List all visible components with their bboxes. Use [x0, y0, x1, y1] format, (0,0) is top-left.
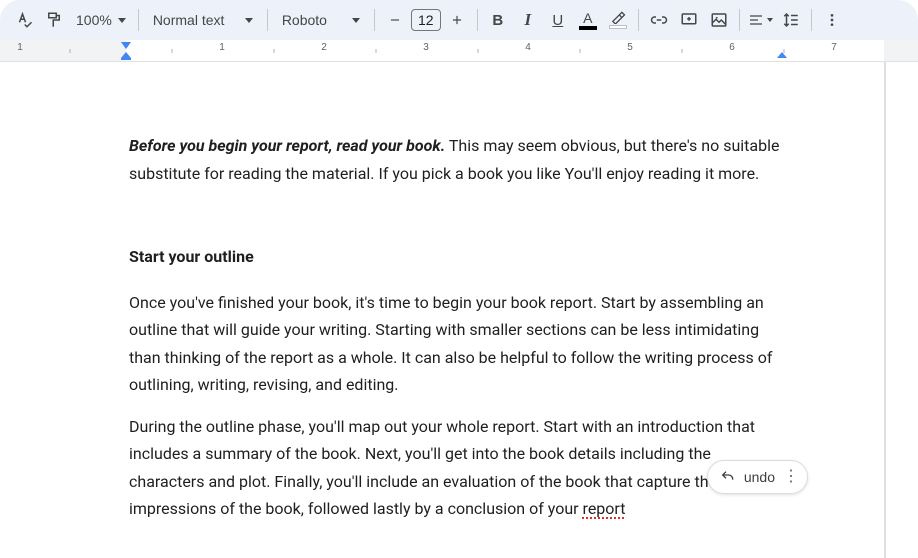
ruler-number: 6 — [729, 42, 735, 53]
paragraph-style-select[interactable]: Normal text — [145, 6, 261, 34]
chevron-down-icon — [245, 18, 253, 23]
page-right-edge — [884, 62, 886, 558]
ruler-number: 1 — [17, 42, 23, 53]
insert-link-button[interactable] — [645, 6, 673, 34]
font-size-input[interactable]: 12 — [411, 9, 441, 31]
decrease-font-size-button[interactable] — [381, 6, 409, 34]
highlight-color-bar — [609, 25, 627, 29]
ruler-number: 3 — [423, 42, 429, 53]
align-button[interactable] — [746, 6, 775, 34]
separator — [811, 9, 812, 31]
separator — [477, 9, 478, 31]
heading[interactable]: Start your outline — [129, 243, 789, 271]
body-text: During the outline phase, you'll map out… — [129, 417, 788, 519]
zoom-select[interactable]: 100% — [70, 6, 132, 34]
separator — [374, 9, 375, 31]
undo-suggestion-pill[interactable]: undo ⋮ — [707, 460, 808, 494]
insert-image-button[interactable] — [705, 6, 733, 34]
chevron-down-icon — [767, 18, 773, 22]
separator — [638, 9, 639, 31]
ruler-right-margin — [884, 40, 918, 61]
paragraph[interactable]: Once you've finished your book, it's tim… — [129, 289, 789, 399]
add-comment-button[interactable] — [675, 6, 703, 34]
bold-button[interactable]: B — [484, 6, 512, 34]
spellcheck-marked-word[interactable]: report — [583, 499, 626, 518]
ruler-number: 2 — [321, 42, 327, 53]
bold-label: B — [492, 12, 503, 29]
ruler-number: 4 — [525, 42, 531, 53]
more-options-button[interactable] — [818, 6, 846, 34]
increase-font-size-button[interactable] — [443, 6, 471, 34]
underline-button[interactable]: U — [544, 6, 572, 34]
line-spacing-button[interactable] — [777, 6, 805, 34]
separator — [138, 9, 139, 31]
separator — [739, 9, 740, 31]
font-family-select[interactable]: Roboto — [274, 6, 368, 34]
paragraph[interactable]: During the outline phase, you'll map out… — [129, 413, 789, 523]
ruler[interactable]: 1 1 2 3 4 5 6 7 — [0, 40, 918, 62]
highlight-color-button[interactable] — [604, 6, 632, 34]
spellcheck-button[interactable] — [10, 6, 38, 34]
ruler-number: 1 — [219, 42, 225, 53]
italic-button[interactable]: I — [514, 6, 542, 34]
text-color-bar — [579, 26, 597, 30]
underline-label: U — [552, 12, 563, 29]
zoom-value: 100% — [76, 12, 112, 28]
font-family-value: Roboto — [282, 12, 327, 28]
formatting-toolbar: 100% Normal text Roboto 12 B I U A — [0, 0, 918, 40]
more-icon[interactable]: ⋮ — [783, 469, 799, 485]
left-indent-marker[interactable] — [121, 52, 131, 60]
paragraph[interactable]: Before you begin your report, read your … — [129, 132, 789, 187]
ruler-number: 5 — [627, 42, 633, 53]
text-color-letter: A — [583, 11, 592, 25]
bold-italic-text: Before you begin your report, read your … — [129, 136, 445, 155]
separator — [267, 9, 268, 31]
ruler-number: 7 — [831, 42, 837, 53]
paragraph-style-value: Normal text — [153, 12, 225, 28]
text-color-button[interactable]: A — [574, 6, 602, 34]
undo-icon — [720, 469, 736, 485]
paint-format-button[interactable] — [40, 6, 68, 34]
chevron-down-icon — [352, 18, 360, 23]
font-size-value: 12 — [418, 12, 434, 28]
italic-label: I — [525, 10, 532, 30]
chevron-down-icon — [118, 18, 126, 23]
undo-label: undo — [744, 469, 775, 485]
right-indent-marker[interactable] — [777, 52, 787, 60]
